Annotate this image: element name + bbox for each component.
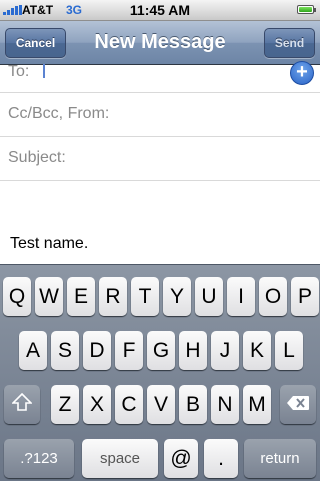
status-bar: AT&T 3G 11:45 AM <box>0 0 320 21</box>
key-c[interactable]: C <box>115 385 143 424</box>
to-label: To: <box>8 63 30 80</box>
keyboard: QWERTYUIOP ASDFGHJKL ZXCVBNM .?123 space… <box>0 264 320 481</box>
add-contact-icon[interactable]: + <box>290 61 314 85</box>
key-p[interactable]: P <box>291 277 319 316</box>
cc-bcc-from-label: Cc/Bcc, From: <box>8 105 110 122</box>
key-e[interactable]: E <box>67 277 95 316</box>
key-j[interactable]: J <box>211 331 239 370</box>
shift-icon <box>11 392 33 417</box>
key-l[interactable]: L <box>275 331 303 370</box>
subject-label: Subject: <box>8 149 66 166</box>
key-q[interactable]: Q <box>3 277 31 316</box>
subject-field[interactable]: Subject: <box>0 137 320 181</box>
key-i[interactable]: I <box>227 277 255 316</box>
key-a[interactable]: A <box>19 331 47 370</box>
battery-icon <box>297 5 316 14</box>
key-u[interactable]: U <box>195 277 223 316</box>
key-h[interactable]: H <box>179 331 207 370</box>
space-key[interactable]: space <box>82 439 158 478</box>
message-body[interactable]: Test name. <box>10 235 88 253</box>
key-t[interactable]: T <box>131 277 159 316</box>
to-field[interactable]: To: + <box>0 61 320 93</box>
at-key[interactable]: @ <box>164 439 198 478</box>
navigation-bar: Cancel New Message Send <box>0 21 320 65</box>
key-x[interactable]: X <box>83 385 111 424</box>
key-w[interactable]: W <box>35 277 63 316</box>
clock: 11:45 AM <box>129 2 191 18</box>
send-button[interactable]: Send <box>264 28 315 58</box>
key-r[interactable]: R <box>99 277 127 316</box>
key-k[interactable]: K <box>243 331 271 370</box>
numbers-key[interactable]: .?123 <box>4 439 74 478</box>
backspace-key[interactable] <box>280 385 316 424</box>
key-g[interactable]: G <box>147 331 175 370</box>
key-o[interactable]: O <box>259 277 287 316</box>
key-b[interactable]: B <box>179 385 207 424</box>
text-cursor <box>43 64 45 78</box>
shift-key[interactable] <box>4 385 40 424</box>
key-d[interactable]: D <box>83 331 111 370</box>
backspace-icon <box>286 393 310 417</box>
key-m[interactable]: M <box>243 385 271 424</box>
key-v[interactable]: V <box>147 385 175 424</box>
key-f[interactable]: F <box>115 331 143 370</box>
key-s[interactable]: S <box>51 331 79 370</box>
key-y[interactable]: Y <box>163 277 191 316</box>
key-z[interactable]: Z <box>51 385 79 424</box>
dot-key[interactable]: . <box>204 439 238 478</box>
return-key[interactable]: return <box>244 439 316 478</box>
key-n[interactable]: N <box>211 385 239 424</box>
cc-bcc-from-field[interactable]: Cc/Bcc, From: <box>0 93 320 137</box>
